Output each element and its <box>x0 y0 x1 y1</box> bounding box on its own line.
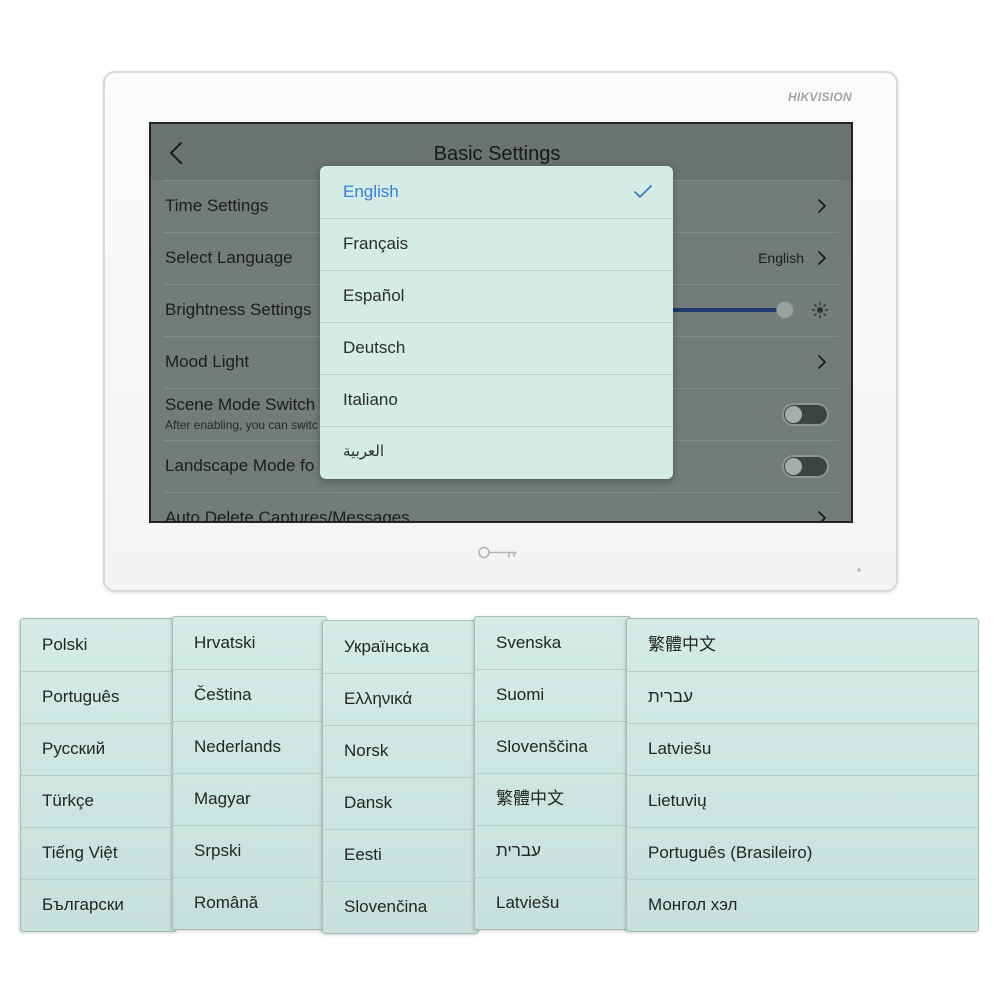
row-label: Landscape Mode fo <box>165 456 315 475</box>
language-list-item[interactable]: Русский <box>21 723 176 775</box>
row-description: After enabling, you can switc <box>165 418 318 432</box>
language-list-item[interactable]: Svenska <box>475 617 630 669</box>
current-language-value: English <box>758 250 804 266</box>
language-list-item[interactable]: Eesti <box>323 829 478 881</box>
language-list-panel: Hrvatski Čeština Nederlands Magyar Srpsk… <box>172 616 327 930</box>
language-list-item[interactable]: Português (Brasileiro) <box>627 827 978 879</box>
auto-delete-row[interactable]: Auto Delete Captures/Messages <box>151 492 851 521</box>
chevron-right-icon <box>817 510 827 521</box>
language-list-panel: Українська Ελληνικά Norsk Dansk Eesti Sl… <box>322 620 479 934</box>
brand-logo: HIKVISION <box>787 90 852 104</box>
language-list-item[interactable]: Lietuvių <box>627 775 978 827</box>
row-label: Select Language <box>165 248 293 267</box>
language-dropdown: English Français Español Deutsch Italian… <box>320 166 673 479</box>
language-list-item[interactable]: Latviešu <box>475 877 630 929</box>
language-list-item[interactable]: Polski <box>21 619 176 671</box>
slider-handle[interactable] <box>775 301 794 319</box>
language-list-item[interactable]: עברית <box>627 671 978 723</box>
landscape-mode-toggle[interactable] <box>782 455 829 478</box>
checkmark-icon <box>634 185 652 199</box>
language-list-item[interactable]: 繁體中文 <box>475 773 630 825</box>
language-option-arabic[interactable]: العربية <box>320 426 673 478</box>
language-list-item[interactable]: Português <box>21 671 176 723</box>
language-list-item[interactable]: Hrvatski <box>173 617 326 669</box>
row-label: Scene Mode Switch <box>165 395 316 414</box>
language-list-item[interactable]: Latviešu <box>627 723 978 775</box>
indicator-light <box>857 568 861 572</box>
row-label: Time Settings <box>165 196 269 215</box>
scene-mode-toggle[interactable] <box>782 403 829 426</box>
language-option-spanish[interactable]: Español <box>320 270 673 322</box>
language-option-english[interactable]: English <box>320 166 673 218</box>
language-list-item[interactable]: Dansk <box>323 777 478 829</box>
language-list-item[interactable]: Română <box>173 877 326 929</box>
chevron-right-icon <box>817 250 827 266</box>
chevron-right-icon <box>817 198 827 214</box>
language-list-item[interactable]: Türkçe <box>21 775 176 827</box>
language-list-item[interactable]: Magyar <box>173 773 326 825</box>
language-list-item[interactable]: Slovenčina <box>323 881 478 933</box>
language-list-item[interactable]: Tiếng Việt <box>21 827 176 879</box>
language-option-french[interactable]: Français <box>320 218 673 270</box>
language-list-item[interactable]: Български <box>21 879 176 931</box>
row-label: Auto Delete Captures/Messages <box>165 508 410 521</box>
language-list-panel: Polski Português Русский Türkçe Tiếng Vi… <box>20 618 177 932</box>
language-list-item[interactable]: Ελληνικά <box>323 673 478 725</box>
toggle-knob <box>785 458 802 475</box>
page-title: Basic Settings <box>433 143 561 165</box>
toggle-knob <box>785 406 802 423</box>
language-list-panel: 繁體中文 עברית Latviešu Lietuvių Português (… <box>626 618 979 932</box>
brightness-icon <box>811 301 829 319</box>
key-icon[interactable] <box>478 545 518 560</box>
touch-screen: Basic Settings Time Settings Select Lang… <box>151 124 851 521</box>
language-option-italian[interactable]: Italiano <box>320 374 673 426</box>
language-list-item[interactable]: Srpski <box>173 825 326 877</box>
indoor-station-device: HIKVISION Basic Settings Time Settings S… <box>103 71 898 592</box>
language-option-german[interactable]: Deutsch <box>320 322 673 374</box>
language-list-item[interactable]: Українська <box>323 621 478 673</box>
language-list-item[interactable]: Suomi <box>475 669 630 721</box>
language-list-item[interactable]: Slovenščina <box>475 721 630 773</box>
language-list-item[interactable]: עברית <box>475 825 630 877</box>
row-label: Brightness Settings <box>165 300 312 319</box>
language-list-item[interactable]: 繁體中文 <box>627 619 978 671</box>
language-list-item[interactable]: Čeština <box>173 669 326 721</box>
language-list-item[interactable]: Nederlands <box>173 721 326 773</box>
language-list-item[interactable]: Монгол хэл <box>627 879 978 931</box>
language-list-item[interactable]: Norsk <box>323 725 478 777</box>
row-label: Mood Light <box>165 352 250 371</box>
language-list-panel: Svenska Suomi Slovenščina 繁體中文 עברית Lat… <box>474 616 631 930</box>
chevron-right-icon <box>817 354 827 370</box>
